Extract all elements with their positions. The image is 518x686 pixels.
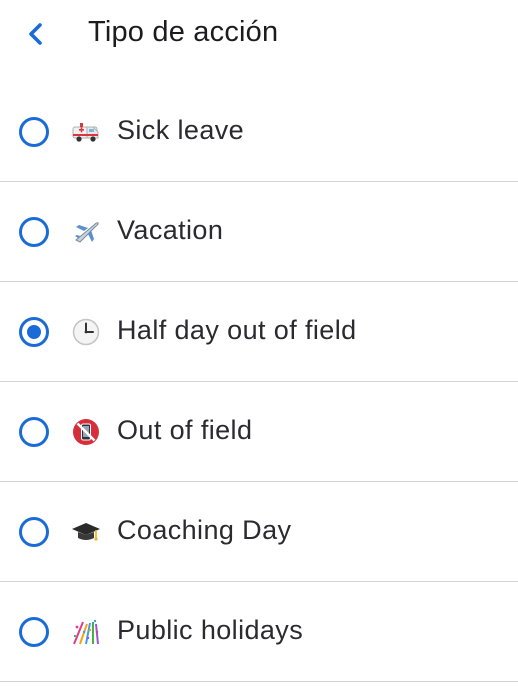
option-label: Out of field — [117, 415, 253, 445]
clock-icon — [71, 317, 101, 347]
option-label: Vacation — [117, 215, 224, 245]
option-out-of-field[interactable]: Out of field — [0, 382, 518, 482]
back-button[interactable] — [22, 20, 50, 48]
radio-button[interactable] — [19, 517, 49, 547]
confetti-icon — [71, 617, 101, 647]
ambulance-icon — [71, 117, 101, 147]
chevron-left-icon — [29, 23, 42, 45]
airplane-icon — [71, 217, 101, 247]
radio-button[interactable] — [19, 217, 49, 247]
page-title: Tipo de acción — [88, 16, 279, 48]
option-label: Half day out of field — [117, 315, 357, 345]
radio-button[interactable] — [19, 417, 49, 447]
radio-button-selected[interactable] — [19, 317, 49, 347]
radio-selected-dot — [27, 325, 41, 339]
option-sick-leave[interactable]: Sick leave — [0, 82, 518, 182]
graduation-cap-icon — [71, 517, 101, 547]
option-label: Coaching Day — [117, 515, 292, 545]
no-mobile-phone-icon — [71, 417, 101, 447]
option-label: Public holidays — [117, 615, 304, 645]
radio-button[interactable] — [19, 117, 49, 147]
option-half-day-out-of-field[interactable]: Half day out of field — [0, 282, 518, 382]
radio-button[interactable] — [19, 617, 49, 647]
action-type-list: Sick leave Vacation Half day out of fiel… — [0, 82, 518, 682]
option-coaching-day[interactable]: Coaching Day — [0, 482, 518, 582]
option-vacation[interactable]: Vacation — [0, 182, 518, 282]
option-public-holidays[interactable]: Public holidays — [0, 582, 518, 682]
header: Tipo de acción — [0, 0, 518, 72]
option-label: Sick leave — [117, 115, 245, 145]
